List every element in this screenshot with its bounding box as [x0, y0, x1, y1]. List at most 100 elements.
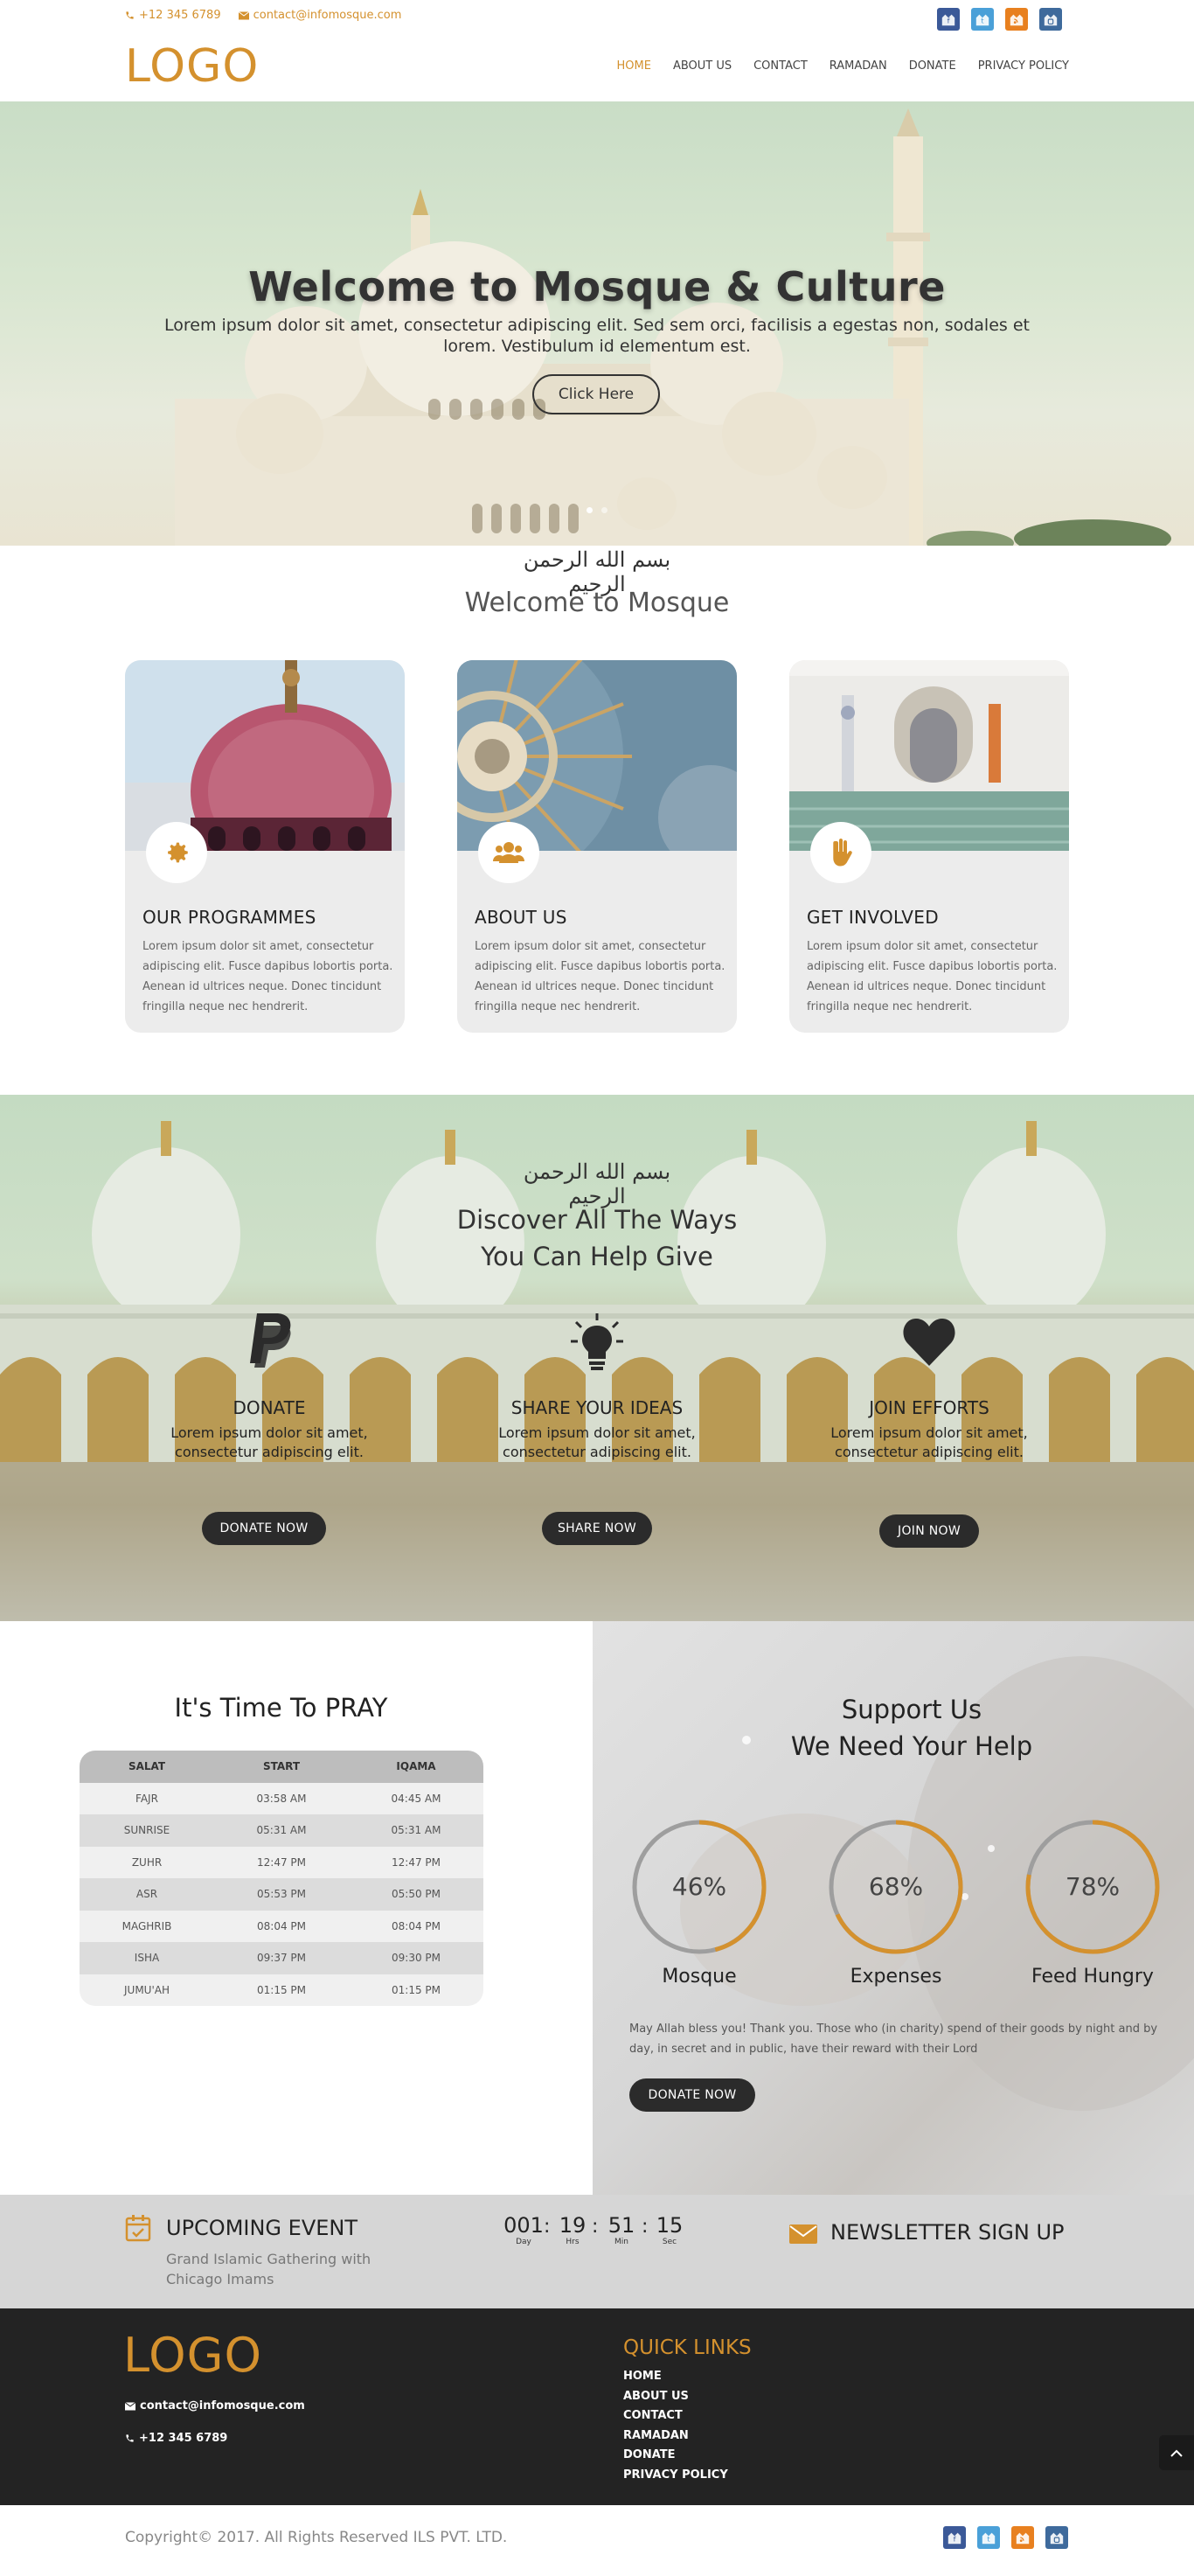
- hero-slider: Welcome to Mosque & Culture Lorem ipsum …: [0, 101, 1194, 546]
- countdown-unit: Day: [516, 2238, 531, 2246]
- help-section: بسم الله الرحمن الرحيم Discover All The …: [0, 1095, 1194, 1621]
- hand-icon: [833, 839, 852, 867]
- table-row: FAJR 03:58 AM 04:45 AM: [80, 1783, 483, 1815]
- column-text: Lorem ipsum dolor sit amet, consectetur …: [498, 1424, 696, 1460]
- table-row: JUMU'AH 01:15 PM 01:15 PM: [80, 1974, 483, 2007]
- footer-logo[interactable]: LOGO: [123, 2328, 262, 2383]
- card-text: Lorem ipsum dolor sit amet, consectetur …: [142, 940, 393, 1013]
- cell: JUMU'AH: [124, 1983, 170, 1996]
- rss-icon[interactable]: [1005, 8, 1028, 31]
- event-heading: UPCOMING EVENT: [166, 2216, 358, 2240]
- instagram-icon[interactable]: [1039, 8, 1062, 31]
- card-title: OUR PROGRAMMES: [142, 907, 316, 928]
- table-row: ISHA 09:37 PM 09:30 PM: [80, 1942, 483, 1974]
- bottom-bar: Copyright© 2017. All Rights Reserved ILS…: [0, 2505, 1194, 2576]
- join-now-button[interactable]: JOIN NOW: [879, 1514, 979, 1548]
- welcome-title: Welcome to Mosque: [464, 588, 730, 618]
- column-title: JOIN EFFORTS: [869, 1397, 989, 1418]
- footer-link-contact[interactable]: CONTACT: [623, 2406, 728, 2426]
- users-icon: [493, 842, 524, 863]
- nav-ramadan[interactable]: RAMADAN: [830, 59, 887, 73]
- events-bar: UPCOMING EVENT Grand Islamic Gathering w…: [0, 2195, 1194, 2308]
- nav-privacy[interactable]: PRIVACY POLICY: [978, 59, 1069, 73]
- support-title-line2: We Need Your Help: [790, 1731, 1033, 1761]
- footer-email[interactable]: contact@infomosque.com: [125, 2399, 305, 2412]
- quick-links-title: QUICK LINKS: [623, 2336, 752, 2359]
- help-title-line2: You Can Help Give: [481, 1242, 713, 1271]
- countdown-separator: :: [544, 2216, 551, 2238]
- nav-contact[interactable]: CONTACT: [753, 59, 808, 73]
- card-text: Lorem ipsum dolor sit amet, consectetur …: [475, 940, 725, 1013]
- circle-label: Feed Hungry: [1031, 1966, 1154, 1988]
- join-efforts-column: JOIN EFFORTS Lorem ipsum dolor sit amet,…: [820, 1313, 1038, 1462]
- footer-link-ramadan[interactable]: RAMADAN: [623, 2426, 728, 2447]
- table-row: SUNRISE 05:31 AM 05:31 AM: [80, 1814, 483, 1847]
- calendar-icon: [125, 2215, 151, 2242]
- circle-label: Mosque: [662, 1966, 737, 1988]
- footer-link-donate[interactable]: DONATE: [623, 2446, 728, 2466]
- users-badge: [478, 822, 539, 883]
- countdown-minutes: 51 Min: [604, 2213, 639, 2246]
- header-start: START: [262, 1760, 301, 1773]
- instagram-icon[interactable]: [1045, 2526, 1068, 2549]
- phone-link[interactable]: +12 345 6789: [125, 9, 221, 22]
- envelope-icon: [125, 2401, 135, 2410]
- nav-donate[interactable]: DONATE: [909, 59, 956, 73]
- logo[interactable]: LOGO: [125, 40, 259, 93]
- header-salat: SALAT: [128, 1760, 166, 1773]
- hero-cta-button[interactable]: Click Here: [532, 374, 660, 414]
- rss-icon[interactable]: [1011, 2526, 1034, 2549]
- cell: ZUHR: [131, 1855, 163, 1869]
- facebook-icon[interactable]: f: [943, 2526, 966, 2549]
- about-card[interactable]: ABOUT US Lorem ipsum dolor sit amet, con…: [457, 660, 737, 1033]
- nav-about[interactable]: ABOUT US: [673, 59, 732, 73]
- cell: FAJR: [135, 1792, 158, 1805]
- slider-dot[interactable]: [601, 507, 607, 513]
- email-link[interactable]: contact@infomosque.com: [238, 9, 401, 22]
- phone-icon: [126, 11, 134, 19]
- countdown-separator: :: [592, 2216, 599, 2238]
- countdown-unit: Sec: [662, 2238, 677, 2246]
- prayer-table: SALAT START IQAMA FAJR 03:58 AM 04:45 AM S…: [80, 1751, 483, 2006]
- footer-link-privacy[interactable]: PRIVACY POLICY: [623, 2466, 728, 2486]
- support-donate-button[interactable]: DONATE NOW: [629, 2078, 755, 2112]
- footer-link-home[interactable]: HOME: [623, 2367, 728, 2387]
- scroll-to-top-button[interactable]: [1159, 2435, 1194, 2470]
- cell: 08:04 PM: [392, 1919, 441, 1932]
- envelope-icon: [238, 10, 249, 19]
- slider-dots: [0, 507, 1194, 513]
- cell: 08:04 PM: [257, 1919, 306, 1932]
- facebook-icon[interactable]: f: [937, 8, 960, 31]
- column-title: SHARE YOUR IDEAS: [510, 1397, 684, 1418]
- slider-dot[interactable]: [587, 507, 593, 513]
- twitter-icon[interactable]: t: [971, 8, 994, 31]
- get-involved-card[interactable]: GET INVOLVED Lorem ipsum dolor sit amet,…: [789, 660, 1069, 1033]
- support-quote: May Allah bless you! Thank you. Those wh…: [629, 2023, 1158, 2056]
- footer-phone[interactable]: +12 345 6789: [125, 2432, 227, 2445]
- countdown-value: 15: [656, 2213, 684, 2238]
- phone-icon: [126, 2434, 134, 2442]
- cell: 12:47 PM: [392, 1855, 441, 1869]
- programmes-card[interactable]: OUR PROGRAMMES Lorem ipsum dolor sit ame…: [125, 660, 405, 1033]
- cell: 04:45 AM: [391, 1792, 441, 1805]
- support-section: Support Us We Need Your Help 46% 68% 78%…: [593, 1621, 1194, 2195]
- newsletter-signup-link[interactable]: NEWSLETTER SIGN UP: [830, 2220, 1065, 2245]
- cell: 01:15 PM: [257, 1983, 306, 1996]
- cell: 01:15 PM: [392, 1983, 441, 1996]
- share-now-button[interactable]: SHARE NOW: [542, 1512, 652, 1545]
- cell: 09:37 PM: [257, 1952, 306, 1965]
- footer-phone-text: +12 345 6789: [139, 2432, 228, 2445]
- svg-text:f: f: [954, 2535, 956, 2544]
- cell: 05:50 PM: [392, 1888, 441, 1901]
- donate-now-button[interactable]: DONATE NOW: [202, 1512, 326, 1545]
- phone-text: +12 345 6789: [139, 9, 221, 22]
- quick-links: HOME ABOUT US CONTACT RAMADAN DONATE PRI…: [623, 2367, 728, 2486]
- column-text: Lorem ipsum dolor sit amet, consectetur …: [170, 1424, 368, 1460]
- event-name[interactable]: Grand Islamic Gathering with Chicago Ima…: [166, 2249, 420, 2289]
- copyright: Copyright© 2017. All Rights Reserved ILS…: [125, 2529, 508, 2546]
- footer-link-about[interactable]: ABOUT US: [623, 2387, 728, 2407]
- help-title: Discover All The Ways You Can Help Give: [0, 1201, 1194, 1275]
- twitter-icon[interactable]: t: [977, 2526, 1000, 2549]
- main-nav: HOME ABOUT US CONTACT RAMADAN DONATE PRI…: [616, 59, 1069, 73]
- nav-home[interactable]: HOME: [616, 59, 650, 73]
